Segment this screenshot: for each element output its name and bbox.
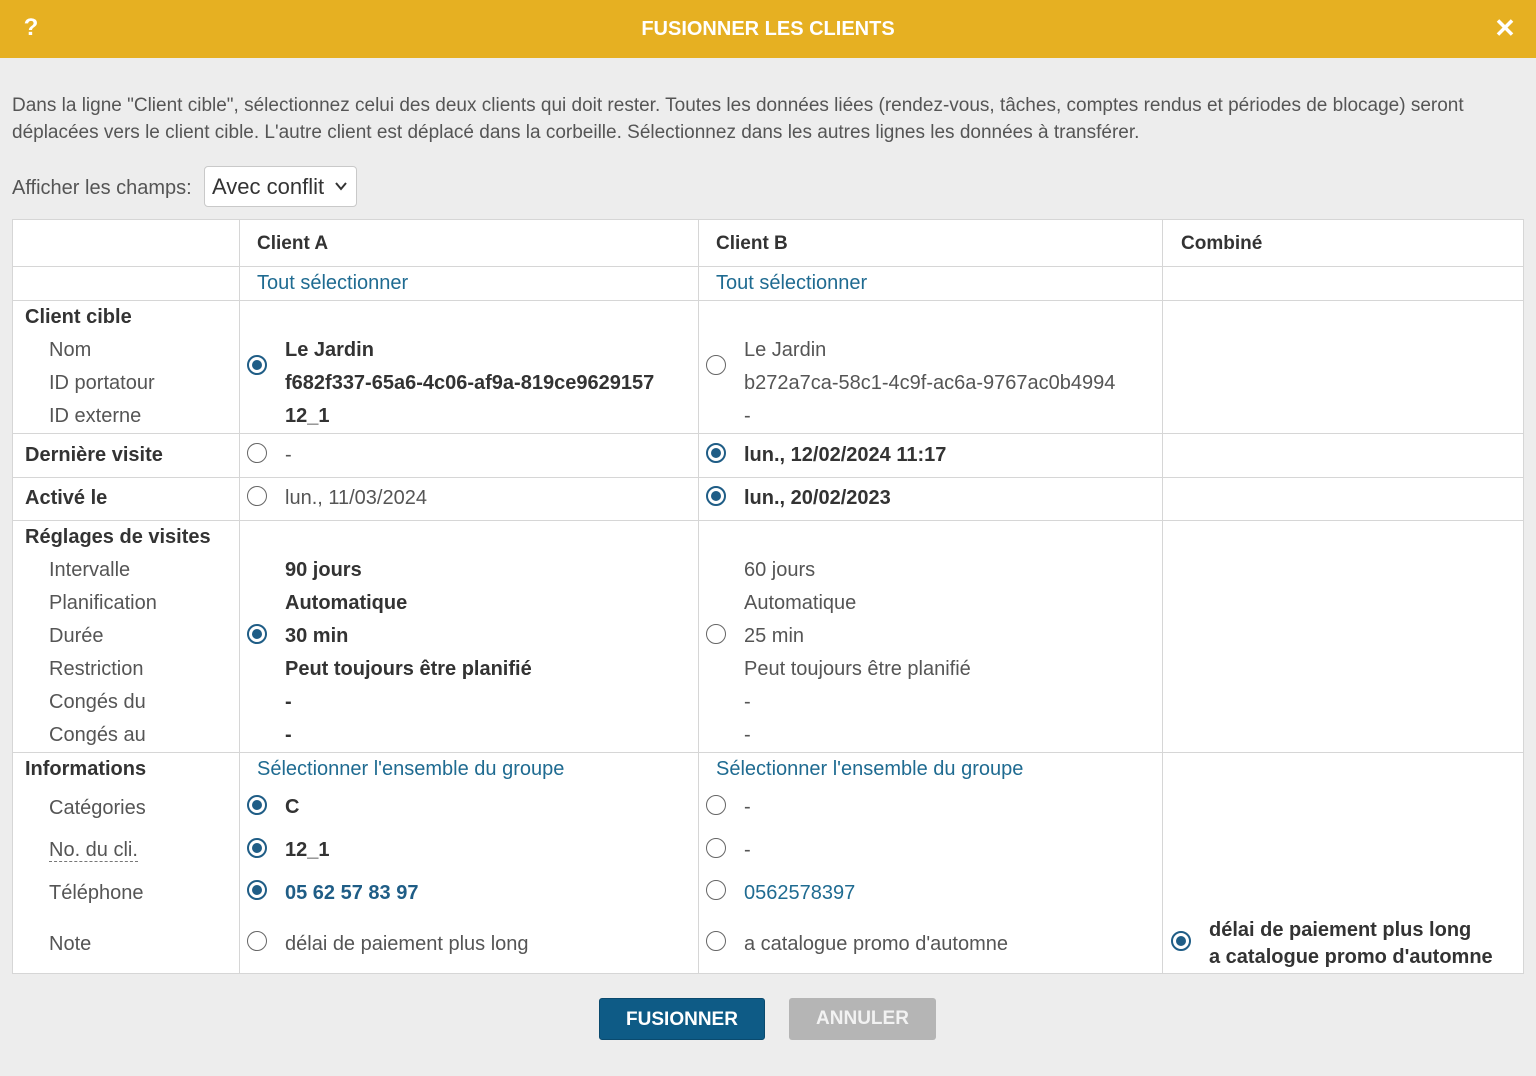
activated-a: lun., 11/03/2024 [285, 487, 427, 509]
radio-target-a[interactable] [247, 355, 267, 375]
column-divider [239, 220, 240, 973]
radio-client-number-b[interactable] [706, 838, 726, 858]
label-note: Note [49, 933, 92, 955]
target-b-id-portatour: b272a7ca-58c1-4c9f-ac6a-9767ac0b4994 [744, 372, 1116, 394]
target-b-nom: Le Jardin [744, 339, 827, 361]
filter-label: Afficher les champs: [12, 177, 192, 199]
radio-activated-b[interactable] [706, 486, 726, 506]
visit-b-intervalle: 60 jours [744, 559, 816, 581]
visit-a-conges-au: - [285, 724, 292, 746]
dialog-titlebar: FUSIONNER LES CLIENTS ? ✕ [0, 0, 1536, 58]
categories-a: C [285, 796, 300, 818]
row-divider [13, 477, 1523, 478]
radio-categories-b[interactable] [706, 795, 726, 815]
dialog-title: FUSIONNER LES CLIENTS [641, 18, 895, 40]
visit-b-restriction: Peut toujours être planifié [744, 658, 971, 680]
row-divider [13, 266, 1523, 267]
row-divider [13, 520, 1523, 521]
categories-b: - [744, 796, 751, 818]
close-icon[interactable]: ✕ [1492, 12, 1518, 44]
label-duree: Durée [49, 625, 104, 647]
merge-table: Client A Client B Combiné Tout sélection… [12, 219, 1524, 974]
column-divider [698, 220, 699, 973]
label-conges-au: Congés au [49, 724, 146, 746]
label-restriction: Restriction [49, 658, 144, 680]
radio-categories-a[interactable] [247, 795, 267, 815]
radio-client-number-a[interactable] [247, 838, 267, 858]
telephone-b-link[interactable]: 0562578397 [744, 880, 855, 906]
label-client-number-wrap: No. du cli. [49, 837, 138, 863]
label-planification: Planification [49, 592, 157, 614]
note-combined-line-1: délai de paiement plus long [1209, 919, 1472, 941]
section-title-activated: Activé le [25, 487, 108, 509]
client-number-b: - [744, 839, 751, 861]
visit-a-conges-du: - [285, 691, 292, 713]
label-id-externe: ID externe [49, 405, 142, 427]
label-conges-du: Congés du [49, 691, 146, 713]
target-a-nom: Le Jardin [285, 339, 374, 361]
label-client-number[interactable]: No. du cli. [49, 839, 138, 862]
visit-b-duree: 25 min [744, 625, 805, 647]
visit-a-restriction: Peut toujours être planifié [285, 658, 532, 680]
label-nom: Nom [49, 339, 92, 361]
label-telephone: Téléphone [49, 882, 144, 904]
chevron-down-icon [334, 167, 348, 221]
radio-last-visit-b[interactable] [706, 443, 726, 463]
row-divider [13, 300, 1523, 301]
radio-visit-settings-a[interactable] [247, 624, 267, 644]
last-visit-b: lun., 12/02/2024 11:17 [744, 444, 947, 466]
row-divider [13, 433, 1523, 434]
visit-a-planification: Automatique [285, 592, 408, 614]
section-title-target: Client cible [25, 306, 132, 328]
label-id-portatour: ID portatour [49, 372, 155, 394]
target-a-id-externe: 12_1 [285, 405, 330, 427]
target-a-id-portatour: f682f337-65a6-4c06-af9a-819ce9629157 [285, 372, 655, 394]
radio-telephone-b[interactable] [706, 880, 726, 900]
telephone-a-link[interactable]: 05 62 57 83 97 [285, 880, 418, 906]
radio-last-visit-a[interactable] [247, 443, 267, 463]
intro-text: Dans la ligne "Client cible", sélectionn… [12, 95, 1464, 143]
section-title-visit-settings: Réglages de visites [25, 526, 211, 548]
note-b: a catalogue promo d'automne [744, 933, 1008, 955]
row-divider [13, 752, 1523, 753]
label-intervalle: Intervalle [49, 559, 131, 581]
column-header-combined: Combiné [1181, 233, 1263, 254]
select-all-b-link[interactable]: Tout sélectionner [716, 270, 867, 296]
visit-b-planification: Automatique [744, 592, 857, 614]
column-header-client-b: Client B [716, 233, 788, 254]
visit-b-conges-du: - [744, 691, 751, 713]
label-categories: Catégories [49, 797, 146, 819]
target-b-id-externe: - [744, 405, 751, 427]
note-a: délai de paiement plus long [285, 933, 529, 955]
radio-note-b[interactable] [706, 931, 726, 951]
visit-a-duree: 30 min [285, 625, 349, 647]
radio-visit-settings-b[interactable] [706, 624, 726, 644]
fields-filter-value: Avec conflit [212, 174, 325, 199]
section-title-info: Informations [25, 758, 147, 780]
select-all-a-link[interactable]: Tout sélectionner [257, 270, 408, 296]
fields-filter-select[interactable]: Avec conflit [204, 166, 357, 207]
client-number-a: 12_1 [285, 839, 330, 861]
radio-note-a[interactable] [247, 931, 267, 951]
column-divider [1162, 220, 1163, 973]
visit-a-intervalle: 90 jours [285, 559, 362, 581]
visit-b-conges-au: - [744, 724, 751, 746]
help-icon[interactable]: ? [20, 12, 42, 44]
section-title-last-visit: Dernière visite [25, 444, 163, 466]
select-group-b-link[interactable]: Sélectionner l'ensemble du groupe [716, 756, 1023, 782]
activated-b: lun., 20/02/2023 [744, 487, 891, 509]
radio-note-combined[interactable] [1171, 931, 1191, 951]
radio-telephone-a[interactable] [247, 880, 267, 900]
last-visit-a: - [285, 444, 292, 466]
radio-target-b[interactable] [706, 355, 726, 375]
select-group-a-link[interactable]: Sélectionner l'ensemble du groupe [257, 756, 564, 782]
column-header-client-a: Client A [257, 233, 329, 254]
radio-activated-a[interactable] [247, 486, 267, 506]
cancel-button[interactable]: ANNULER [789, 998, 936, 1040]
merge-button[interactable]: FUSIONNER [599, 998, 765, 1040]
note-combined-line-2: a catalogue promo d'automne [1209, 946, 1493, 968]
